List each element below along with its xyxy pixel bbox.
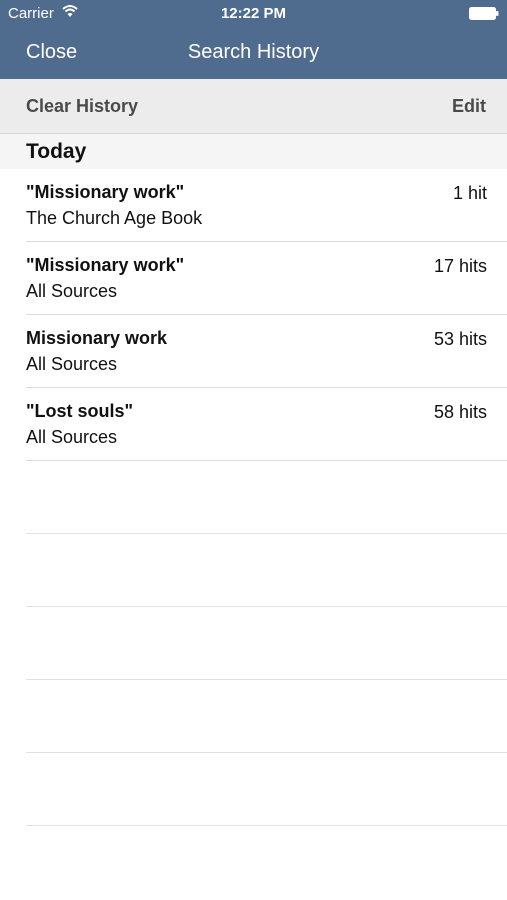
- history-row[interactable]: "Lost souls" All Sources 58 hits: [0, 388, 507, 461]
- page-title: Search History: [187, 41, 320, 63]
- battery-icon: [469, 7, 499, 20]
- top-bar: Carrier 12:22 PM Close Search History: [0, 0, 507, 79]
- status-time: 12:22 PM: [220, 5, 287, 22]
- nav-bar: Close Search History: [0, 28, 507, 79]
- section-title: Today: [26, 140, 87, 163]
- history-hit-count: 17 hits: [433, 256, 487, 276]
- history-hit-count: 58 hits: [433, 402, 487, 422]
- empty-row: [0, 607, 507, 680]
- empty-row: [0, 534, 507, 607]
- history-source: All Sources: [26, 427, 118, 447]
- empty-row: [0, 461, 507, 534]
- history-query: "Missionary work": [26, 182, 185, 202]
- history-query: "Missionary work": [26, 255, 185, 275]
- history-source: All Sources: [26, 354, 118, 374]
- status-bar: Carrier 12:22 PM: [0, 0, 507, 28]
- history-query: Missionary work: [26, 328, 168, 348]
- history-toolbar: Clear History Edit: [0, 79, 507, 134]
- history-row[interactable]: "Missionary work" The Church Age Book 1 …: [0, 169, 507, 242]
- section-header-today: Today: [0, 134, 507, 169]
- empty-row: [0, 753, 507, 826]
- history-row[interactable]: Missionary work All Sources 53 hits: [0, 315, 507, 388]
- history-list: "Missionary work" The Church Age Book 1 …: [0, 169, 507, 826]
- edit-button[interactable]: Edit: [452, 96, 486, 117]
- history-row[interactable]: "Missionary work" All Sources 17 hits: [0, 242, 507, 315]
- history-source: All Sources: [26, 281, 118, 301]
- clear-history-button[interactable]: Clear History: [26, 96, 138, 117]
- history-hit-count: 1 hit: [452, 183, 487, 203]
- history-query: "Lost souls": [26, 401, 134, 421]
- history-hit-count: 53 hits: [433, 329, 487, 349]
- history-source: The Church Age Book: [26, 208, 203, 228]
- empty-row: [0, 680, 507, 753]
